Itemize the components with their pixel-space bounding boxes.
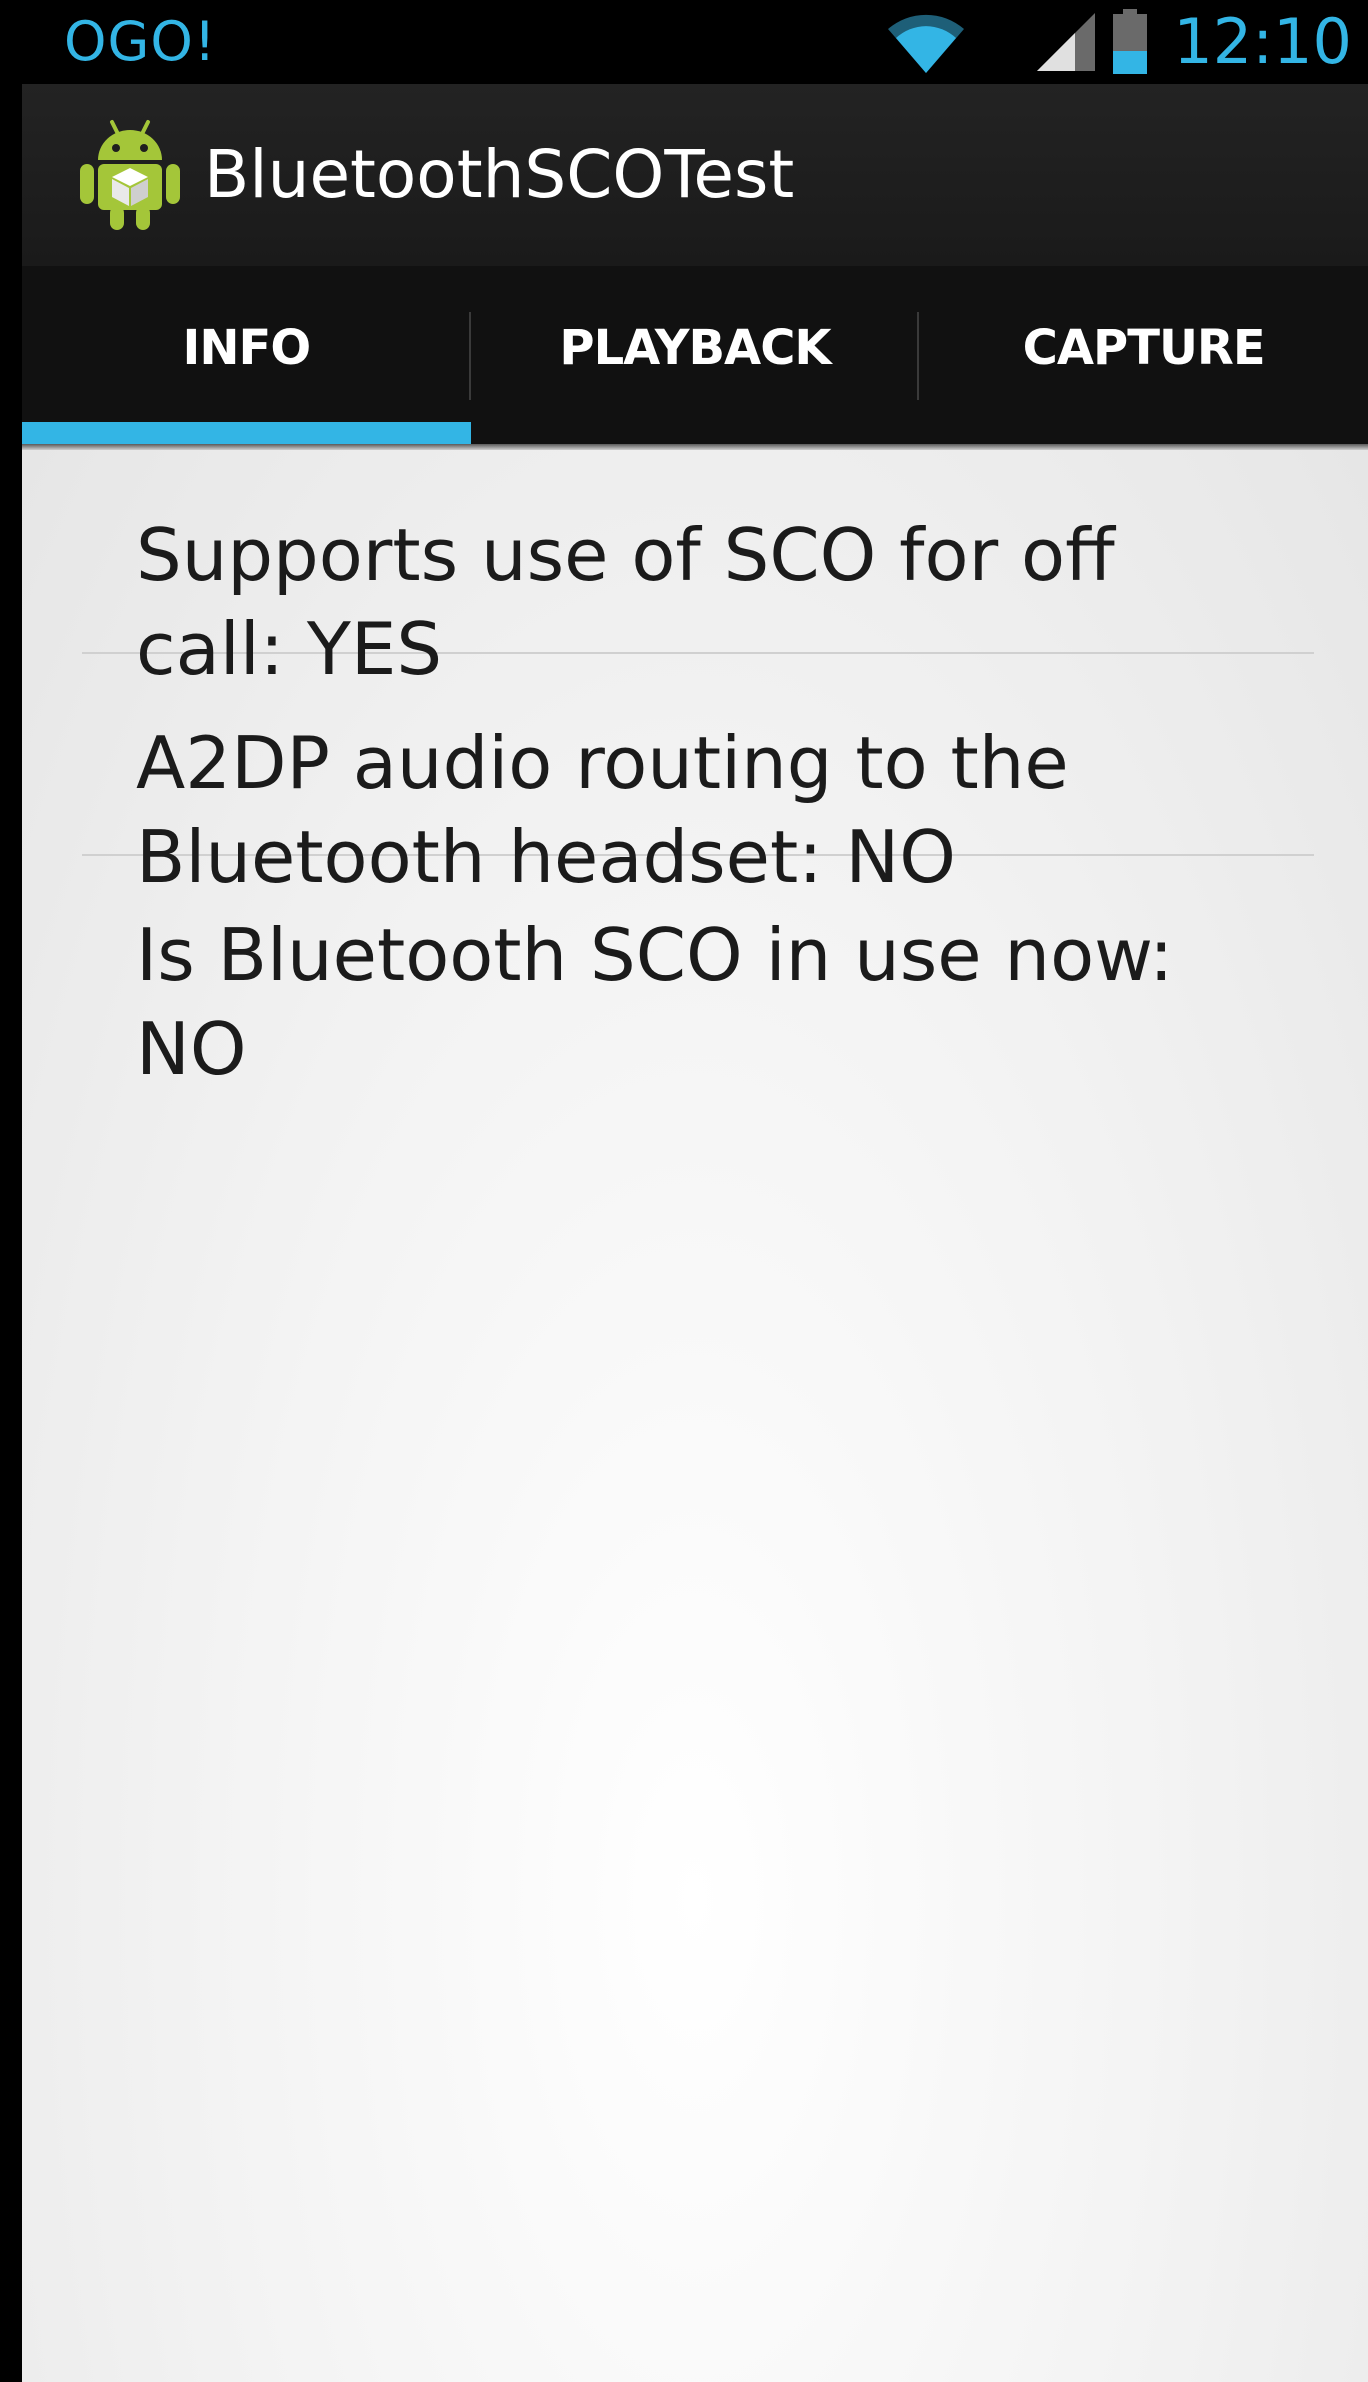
status-bar: OGO! 12:10 [0,0,1368,84]
action-bar: BluetoothSCOTest [22,84,1368,266]
status-icons: 12:10 [885,0,1352,84]
app-title: BluetoothSCOTest [204,136,795,213]
tab-info-label: INFO [182,320,312,376]
app-window: BluetoothSCOTest INFO PLAYBACK CAPTURE S… [22,84,1368,2382]
info-panel: Supports use of SCO for off call: YES A2… [22,450,1368,2382]
info-item-sco-off-call: Supports use of SCO for off call: YES [82,450,1314,691]
tab-playback[interactable]: PLAYBACK [471,266,920,444]
tab-bar: INFO PLAYBACK CAPTURE [22,266,1368,444]
tab-playback-label: PLAYBACK [559,320,831,376]
android-app-icon[interactable] [74,116,186,234]
status-clock: 12:10 [1173,5,1352,78]
info-list: Supports use of SCO for off call: YES A2… [82,450,1314,1096]
wifi-icon [888,14,965,73]
signal-icon [1037,13,1096,71]
carrier-name: OGO! [64,10,217,73]
tab-capture-label: CAPTURE [1022,320,1266,376]
tab-capture[interactable]: CAPTURE [919,266,1368,444]
tab-info[interactable]: INFO [22,266,471,444]
selected-tab-indicator [22,422,471,444]
battery-icon [1113,9,1148,74]
